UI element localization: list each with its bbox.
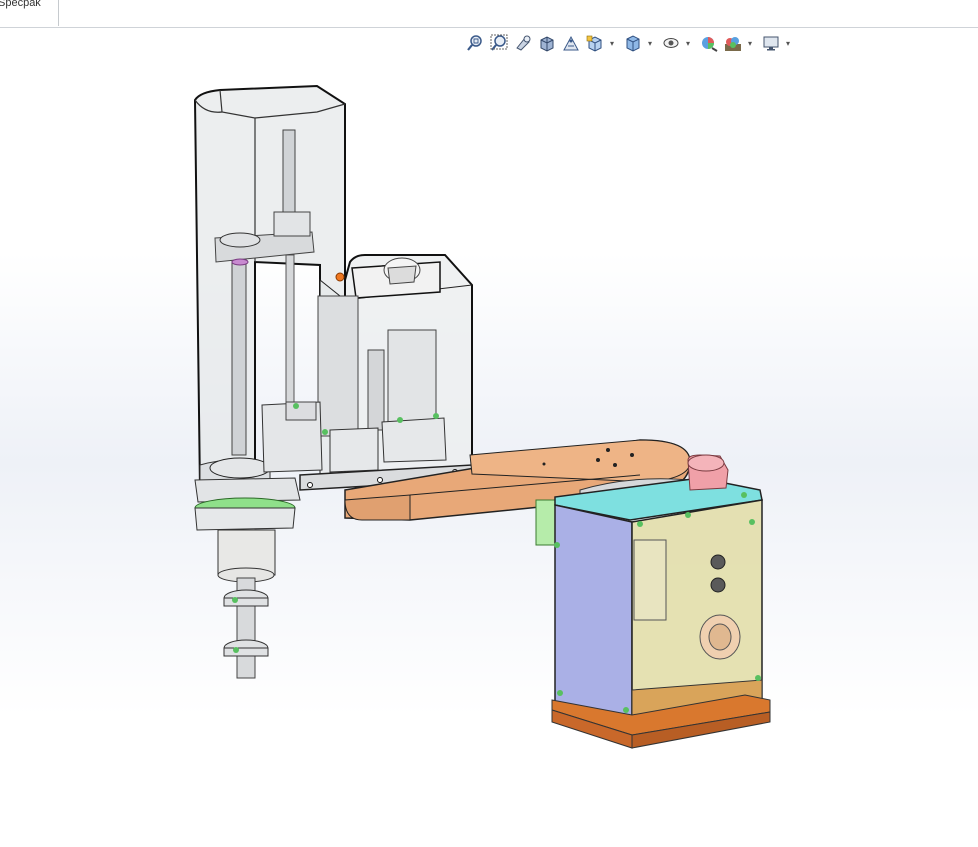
graphics-area[interactable] [0,28,978,842]
document-tab[interactable]: Specpak [0,0,59,26]
column-housing [194,457,301,679]
top-tab-bar: Specpak [0,0,978,28]
scara-robot-model [193,84,771,749]
document-tab-label: Specpak [0,0,41,9]
base-cabinet [551,454,771,749]
